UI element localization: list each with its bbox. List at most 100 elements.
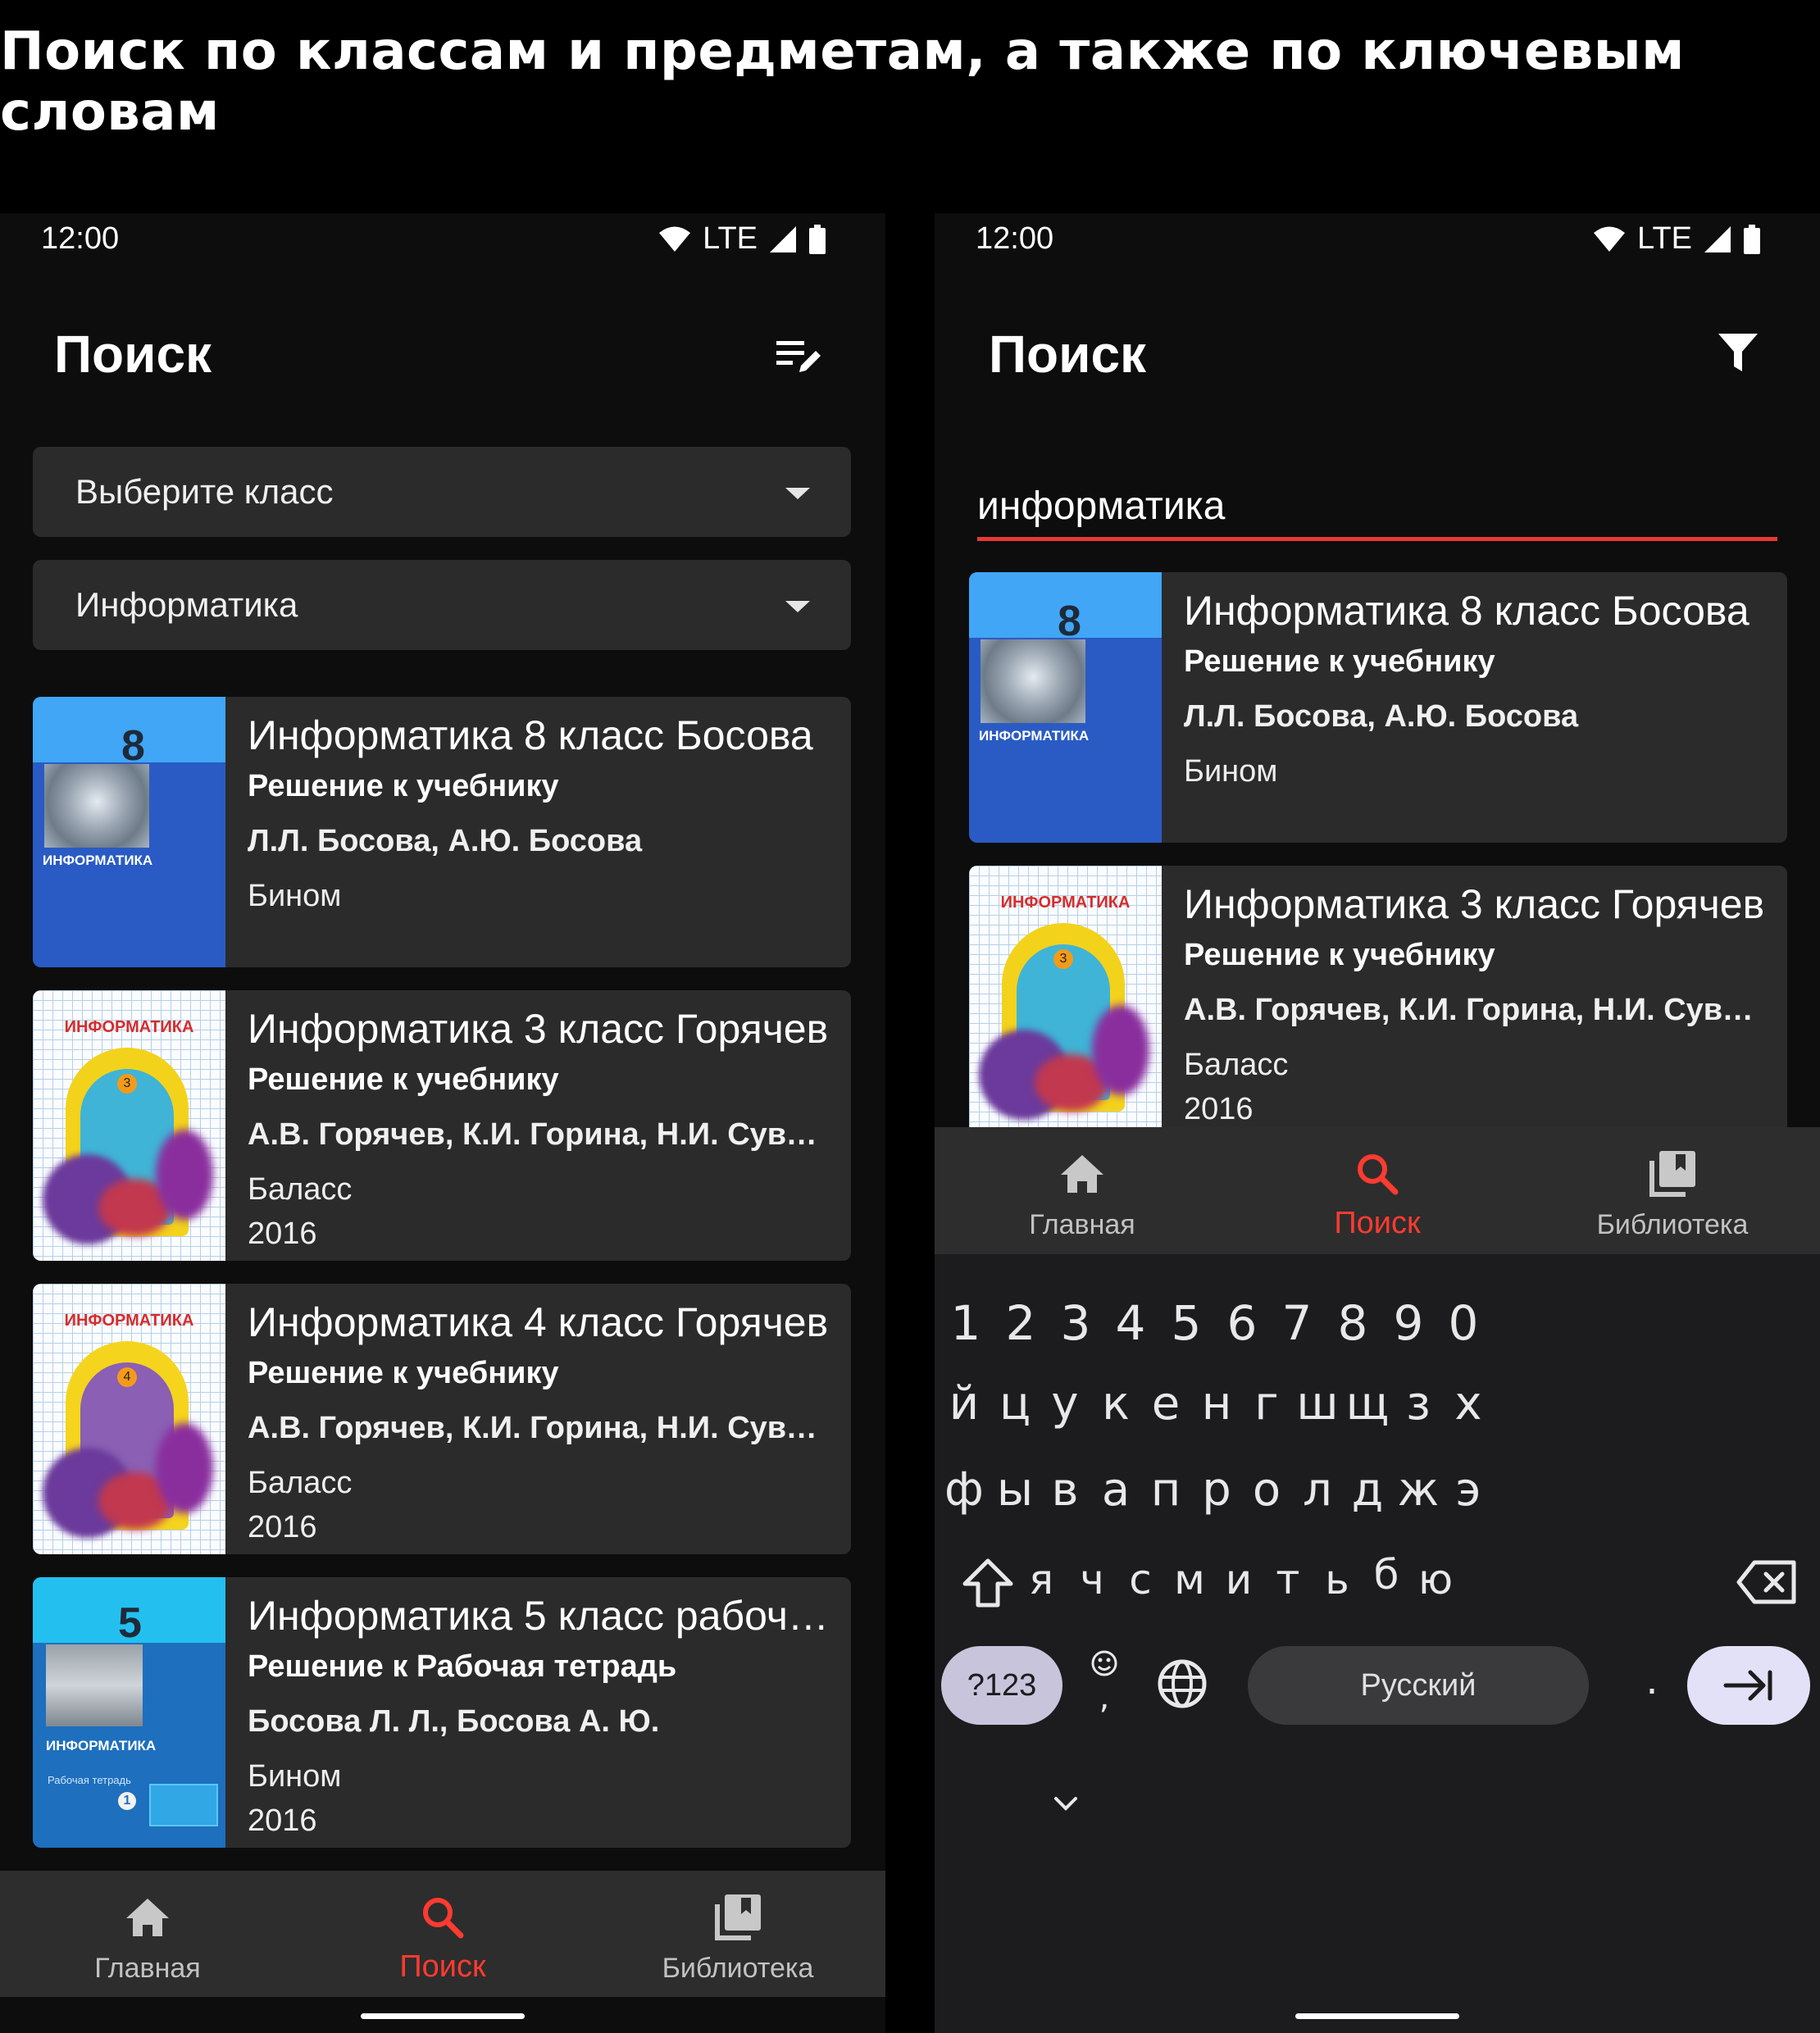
comma-label: ,	[1099, 1679, 1110, 1717]
cover-part: 1	[118, 1792, 136, 1810]
wifi-icon	[1594, 226, 1626, 252]
key[interactable]: х	[1431, 1377, 1506, 1430]
symbols-key[interactable]: ?123	[941, 1646, 1062, 1725]
book-card[interactable]: 5 ИНФОРМАТИКА Рабочая тетрадь 1 Информат…	[33, 1577, 851, 1848]
status-icons: LTE	[1593, 221, 1761, 257]
book-authors: А.В. Горячев, К.И. Горина, Н.И. Суворова	[1184, 993, 1766, 1027]
globe-icon	[1158, 1659, 1207, 1708]
network-type: LTE	[1637, 221, 1692, 256]
book-cover: ИНФОРМАТИКА 4	[33, 1284, 225, 1554]
book-authors: Л.Л. Босова, А.Ю. Босова	[1184, 699, 1579, 734]
book-publisher: Бином	[248, 1759, 342, 1794]
book-publisher: Баласс	[1184, 1048, 1289, 1082]
status-bar: 12:00 LTE	[935, 213, 1820, 279]
nav-search-label: Поиск	[1334, 1206, 1421, 1240]
book-authors: Л.Л. Босова, А.Ю. Босова	[248, 824, 643, 858]
nav-library-label: Библиотека	[662, 1953, 814, 1984]
cover-word: ИНФОРМАТИКА	[64, 1312, 194, 1330]
page-title: Поиск	[989, 325, 1147, 384]
filter-icon	[1718, 334, 1758, 371]
book-subtitle: Решение к учебнику	[1184, 644, 1495, 679]
library-icon	[1649, 1151, 1695, 1197]
book-cover: ИНФОРМАТИКА 3	[33, 990, 225, 1261]
subject-dropdown-value: Информатика	[75, 585, 298, 624]
enter-key[interactable]	[1687, 1646, 1810, 1725]
cover-number: 3	[1053, 949, 1073, 969]
enter-icon	[1723, 1670, 1772, 1701]
chevron-down-icon	[1054, 1797, 1077, 1811]
edit-list-button[interactable]	[771, 328, 828, 385]
subject-dropdown[interactable]: Информатика	[33, 560, 851, 650]
nav-home-label: Главная	[1029, 1209, 1135, 1240]
cover-word: ИНФОРМАТИКА	[43, 853, 153, 868]
nav-home[interactable]: Главная	[25, 1871, 271, 1997]
key[interactable]: ю	[1398, 1556, 1473, 1603]
book-card[interactable]: 8 ИНФОРМАТИКА Информатика 8 класс Босова…	[969, 572, 1787, 843]
search-input-value: информатика	[977, 484, 1226, 528]
book-card[interactable]: ИНФОРМАТИКА 3 Информатика 3 класс Горяче…	[33, 990, 851, 1261]
edit-list-icon	[776, 341, 821, 372]
battery-icon	[1744, 224, 1760, 254]
nav-library[interactable]: Библиотека	[1549, 1127, 1795, 1253]
home-icon	[1061, 1155, 1103, 1193]
book-authors: А.В. Горячев, К.И. Горина, Н.И. Суворова	[248, 1411, 830, 1445]
search-icon	[423, 1898, 464, 1939]
book-subtitle: Решение к учебнику	[248, 1062, 559, 1097]
dropdown-arrow-icon	[785, 488, 810, 499]
key[interactable]: 0	[1422, 1295, 1504, 1351]
class-dropdown-value: Выберите класс	[75, 472, 334, 511]
phone-screen-keyword-search: 12:00 LTE Поиск информатика 8 ИНФОРМАТИК…	[935, 213, 1820, 2033]
cover-number: 4	[117, 1367, 137, 1387]
emoji-icon	[1091, 1650, 1117, 1676]
class-dropdown[interactable]: Выберите класс	[33, 447, 851, 537]
battery-icon	[809, 224, 826, 254]
book-cover: 8 ИНФОРМАТИКА	[969, 572, 1162, 843]
book-authors: Босова Л. Л., Босова А. Ю.	[248, 1704, 660, 1739]
nav-library[interactable]: Библиотека	[615, 1871, 861, 1997]
book-year: 2016	[1184, 1092, 1254, 1126]
backspace-key[interactable]	[1734, 1559, 1800, 1615]
book-publisher: Баласс	[248, 1172, 353, 1207]
language-key[interactable]	[1149, 1658, 1215, 1715]
hide-keyboard-key[interactable]	[1041, 1795, 1090, 1815]
book-authors: А.В. Горячев, К.И. Горина, Н.И. Суворова	[248, 1117, 830, 1152]
bottom-navigation: Главная Поиск Библиотека	[935, 1127, 1820, 1254]
backspace-icon	[1736, 1560, 1796, 1604]
cover-word: ИНФОРМАТИКА	[46, 1738, 157, 1753]
book-subtitle: Решение к учебнику	[248, 769, 559, 803]
book-title: Информатика 8 класс Босова	[248, 712, 813, 758]
key[interactable]: э	[1431, 1463, 1506, 1517]
gesture-bar[interactable]	[1295, 2013, 1459, 2019]
nav-search[interactable]: Поиск	[320, 1871, 566, 1997]
book-title: Информатика 8 класс Босова	[1184, 588, 1749, 634]
book-title: Информатика 5 класс рабочая тетрадь	[248, 1593, 838, 1639]
book-card[interactable]: ИНФОРМАТИКА 3 Информатика 3 класс Горяче…	[969, 866, 1787, 1136]
dropdown-arrow-icon	[785, 601, 810, 612]
home-icon	[126, 1899, 169, 1936]
cover-image	[981, 639, 1085, 723]
book-card[interactable]: ИНФОРМАТИКА 4 Информатика 4 класс Горяче…	[33, 1284, 851, 1554]
book-publisher: Бином	[248, 879, 342, 913]
cover-word: ИНФОРМАТИКА	[1000, 894, 1131, 912]
gesture-bar[interactable]	[361, 2013, 525, 2019]
headline-banner: Поиск по классам и предметам, а также по…	[0, 0, 1820, 213]
period-key[interactable]: .	[1627, 1658, 1677, 1703]
nav-home[interactable]: Главная	[959, 1127, 1205, 1253]
cover-image	[46, 1644, 143, 1726]
search-input[interactable]: информатика	[977, 467, 1777, 541]
nav-search[interactable]: Поиск	[1254, 1127, 1500, 1253]
cover-number: 8	[121, 722, 145, 770]
status-bar: 12:00 LTE	[0, 213, 885, 279]
space-key[interactable]: Русский	[1248, 1646, 1589, 1725]
emoji-comma-key[interactable]: ,	[1076, 1646, 1133, 1725]
cover-subtitle: Рабочая тетрадь	[48, 1774, 131, 1786]
bottom-navigation: Главная Поиск Библиотека	[0, 1871, 885, 1997]
book-title: Информатика 4 класс Горячев	[248, 1299, 829, 1345]
filter-button[interactable]	[1709, 324, 1767, 381]
nav-home-label: Главная	[94, 1953, 201, 1984]
search-input-underline	[977, 537, 1777, 541]
book-cover: 8 ИНФОРМАТИКА	[33, 697, 225, 967]
book-card[interactable]: 8 ИНФОРМАТИКА Информатика 8 класс Босова…	[33, 697, 851, 967]
wifi-icon	[659, 226, 691, 252]
cover-number: 8	[1058, 598, 1081, 645]
